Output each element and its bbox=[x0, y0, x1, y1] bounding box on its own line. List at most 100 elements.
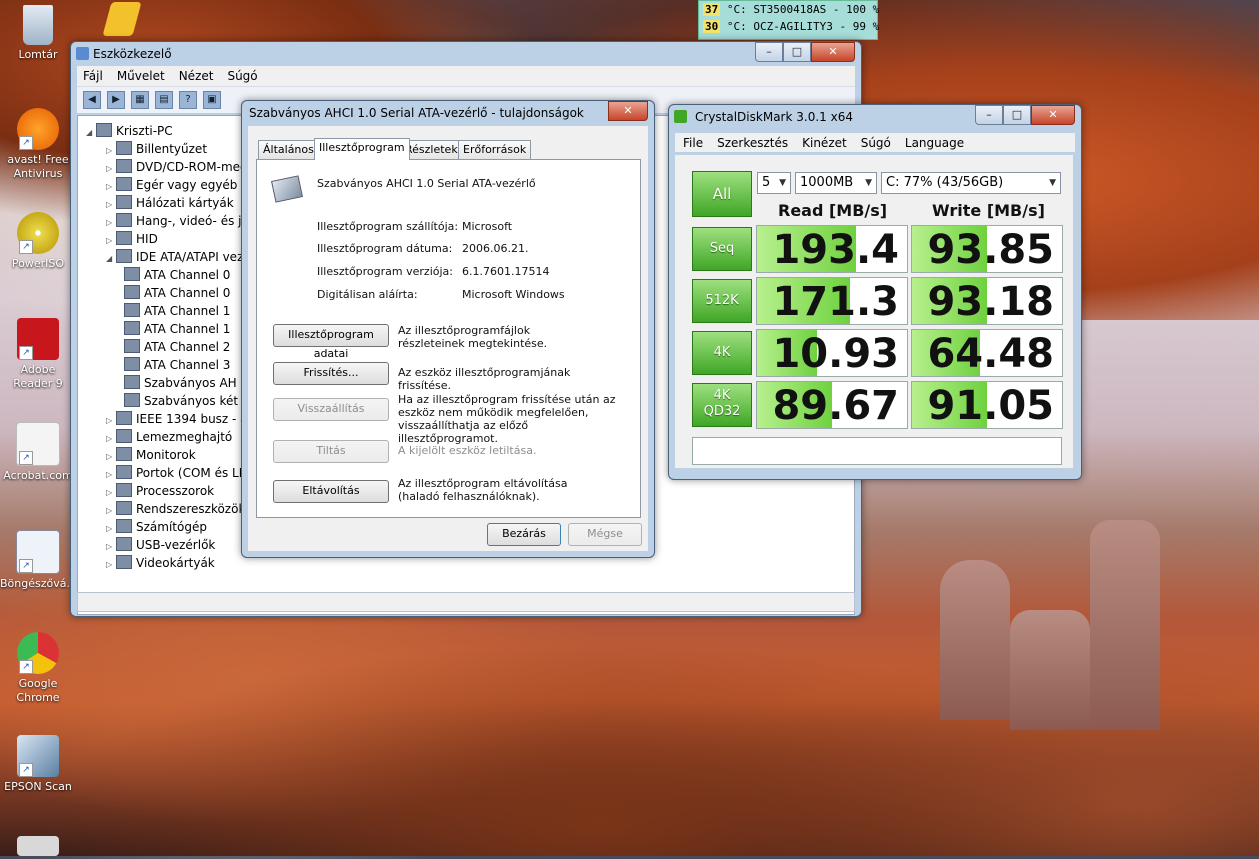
digital-signer-value: Microsoft Windows bbox=[462, 288, 565, 301]
device-category-icon bbox=[124, 303, 140, 317]
title-bar[interactable]: CrystalDiskMark 3.0.1 x64 – □ ✕ bbox=[669, 105, 1081, 129]
shortcut-arrow-icon: ↗ bbox=[19, 240, 33, 254]
close-button[interactable]: ✕ bbox=[811, 42, 855, 62]
benchmark-panel: All 5 ▼ 1000MB ▼ C: 77% (43/56GB) ▼ Read [M… bbox=[675, 155, 1073, 468]
desktop-icon-recycle-bin[interactable]: Lomtár bbox=[0, 5, 76, 62]
title-bar[interactable]: Szabványos AHCI 1.0 Serial ATA-vezérlő -… bbox=[242, 101, 654, 125]
read-result-value: 193.4 bbox=[772, 227, 899, 273]
device-category-icon bbox=[124, 321, 140, 335]
device-category-icon bbox=[116, 429, 132, 443]
maximize-button[interactable]: □ bbox=[1003, 105, 1031, 125]
desktop-icon-app[interactable] bbox=[84, 2, 160, 39]
tree-item[interactable]: ▷ Monitorok bbox=[106, 446, 196, 464]
tree-view-icon[interactable]: ▦ bbox=[131, 91, 149, 109]
tree-item[interactable]: ▷ Rendszereszközök bbox=[106, 500, 245, 518]
tree-item[interactable]: Szabványos két bbox=[124, 392, 238, 410]
test-count-select[interactable]: 5 ▼ bbox=[757, 172, 791, 194]
uninstall-button[interactable]: Eltávolítás bbox=[273, 480, 389, 503]
desktop-icon-poweriso[interactable]: ↗ PowerISO bbox=[0, 212, 76, 271]
expanded-arrow-icon[interactable]: ◢ bbox=[106, 250, 116, 268]
menu-file[interactable]: Fájl bbox=[83, 69, 103, 83]
tree-item[interactable]: ▷ Hang-, videó- és já bbox=[106, 212, 249, 230]
test-button[interactable]: Seq bbox=[692, 227, 752, 271]
tree-item[interactable]: ◢ IDE ATA/ATAPI vez bbox=[106, 248, 243, 266]
tree-item[interactable]: ATA Channel 0 bbox=[124, 284, 230, 302]
desktop-icon-avast[interactable]: ↗ avast! Free Antivirus bbox=[0, 108, 76, 181]
read-result-value: 89.67 bbox=[772, 383, 899, 429]
test-button[interactable]: 4K QD32 bbox=[692, 383, 752, 427]
tree-item[interactable]: ▷ Egér vagy egyéb m bbox=[106, 176, 253, 194]
tree-item[interactable]: ▷ Processzorok bbox=[106, 482, 214, 500]
menu-edit[interactable]: Szerkesztés bbox=[717, 136, 788, 150]
tree-item[interactable]: ATA Channel 1 bbox=[124, 302, 230, 320]
menu-view[interactable]: Nézet bbox=[179, 69, 214, 83]
tree-item[interactable]: ▷ Lemezmeghajtó bbox=[106, 428, 232, 446]
tab-general[interactable]: Általános bbox=[258, 140, 319, 160]
tree-item[interactable]: ▷ Számítógép bbox=[106, 518, 207, 536]
tree-item[interactable]: ▷ USB-vezérlők bbox=[106, 536, 215, 554]
desktop-icon-chrome[interactable]: ↗ Google Chrome bbox=[0, 632, 76, 705]
tree-item[interactable]: Szabványos AH bbox=[124, 374, 237, 392]
desktop-icon-epson-scan[interactable]: ↗ EPSON Scan bbox=[0, 735, 76, 794]
expanded-arrow-icon[interactable]: ◢ bbox=[86, 124, 96, 142]
tree-item[interactable]: ▷ HID bbox=[106, 230, 158, 248]
menu-action[interactable]: Művelet bbox=[117, 69, 165, 83]
checklist-icon: ↗ bbox=[16, 530, 60, 574]
forward-icon[interactable]: ▶ bbox=[107, 91, 125, 109]
tree-item[interactable]: ▷ Billentyűzet bbox=[106, 140, 207, 158]
chevron-down-icon: ▼ bbox=[1049, 178, 1056, 188]
tree-item[interactable]: ▷ IEEE 1394 busz - áll bbox=[106, 410, 254, 428]
tree-root-computer[interactable]: ◢ Kriszti-PC bbox=[86, 122, 173, 140]
write-header: Write [MB/s] bbox=[932, 201, 1045, 220]
roll-back-driver-button[interactable]: Visszaállítás bbox=[273, 398, 389, 421]
menu-theme[interactable]: Kinézet bbox=[802, 136, 847, 150]
test-button[interactable]: 512K bbox=[692, 279, 752, 323]
tree-item[interactable]: ▷ Videokártyák bbox=[106, 554, 215, 572]
device-category-icon bbox=[124, 339, 140, 353]
disable-button[interactable]: Tiltás bbox=[273, 440, 389, 463]
properties-icon[interactable]: ▤ bbox=[155, 91, 173, 109]
tree-item[interactable]: ▷ Hálózati kártyák bbox=[106, 194, 234, 212]
desktop-icon-browser-choice[interactable]: ↗ Böngészővá... bbox=[0, 530, 77, 591]
scan-icon[interactable]: ▣ bbox=[203, 91, 221, 109]
device-category-icon bbox=[116, 501, 132, 515]
temp-row: 37 °C: ST3500418AS - 100 % bbox=[703, 3, 880, 16]
close-dialog-button[interactable]: Bezárás bbox=[487, 523, 561, 546]
comment-field[interactable] bbox=[692, 437, 1062, 465]
run-all-button[interactable]: All bbox=[692, 171, 752, 217]
device-category-icon bbox=[116, 447, 132, 461]
back-icon[interactable]: ◀ bbox=[83, 91, 101, 109]
tree-item[interactable]: ▷ Portok (COM és LP bbox=[106, 464, 246, 482]
minimize-button[interactable]: – bbox=[975, 105, 1003, 125]
tree-item[interactable]: ATA Channel 3 bbox=[124, 356, 230, 374]
close-button[interactable]: ✕ bbox=[608, 101, 648, 121]
collapsed-arrow-icon[interactable]: ▷ bbox=[106, 556, 116, 574]
maximize-button[interactable]: □ bbox=[783, 42, 811, 62]
minimize-button[interactable]: – bbox=[755, 42, 783, 62]
help-icon[interactable]: ? bbox=[179, 91, 197, 109]
shortcut-arrow-icon: ↗ bbox=[19, 763, 33, 777]
tree-item[interactable]: ATA Channel 2 bbox=[124, 338, 230, 356]
menu-file[interactable]: File bbox=[683, 136, 703, 150]
title-bar[interactable]: Eszközkezelő – □ ✕ bbox=[71, 42, 861, 66]
test-button[interactable]: 4K bbox=[692, 331, 752, 375]
tree-item[interactable]: ATA Channel 0 bbox=[124, 266, 230, 284]
close-button[interactable]: ✕ bbox=[1031, 105, 1075, 125]
menu-language[interactable]: Language bbox=[905, 136, 964, 150]
tab-driver[interactable]: Illesztőprogram bbox=[314, 138, 410, 160]
menu-help[interactable]: Súgó bbox=[861, 136, 891, 150]
update-driver-button[interactable]: Frissítés... bbox=[273, 362, 389, 385]
menu-help[interactable]: Súgó bbox=[227, 69, 257, 83]
tree-item[interactable]: ATA Channel 1 bbox=[124, 320, 230, 338]
properties-dialog[interactable]: Szabványos AHCI 1.0 Serial ATA-vezérlő -… bbox=[241, 100, 655, 558]
cancel-button[interactable]: Mégse bbox=[568, 523, 642, 546]
desktop-icon-adobe-reader[interactable]: ↗ Adobe Reader 9 bbox=[0, 318, 76, 391]
driver-details-button[interactable]: Illesztőprogram adatai bbox=[273, 324, 389, 360]
test-size-select[interactable]: 1000MB ▼ bbox=[795, 172, 877, 194]
tree-item[interactable]: ▷ DVD/CD-ROM-meg bbox=[106, 158, 248, 176]
drive-select[interactable]: C: 77% (43/56GB) ▼ bbox=[881, 172, 1061, 194]
device-category-icon bbox=[124, 267, 140, 281]
tab-resources[interactable]: Erőforrások bbox=[458, 140, 532, 160]
desktop-icon-acrobat-com[interactable]: ↗ Acrobat.com bbox=[0, 422, 76, 483]
crystaldiskmark-window[interactable]: CrystalDiskMark 3.0.1 x64 – □ ✕ File Sze… bbox=[668, 104, 1082, 480]
